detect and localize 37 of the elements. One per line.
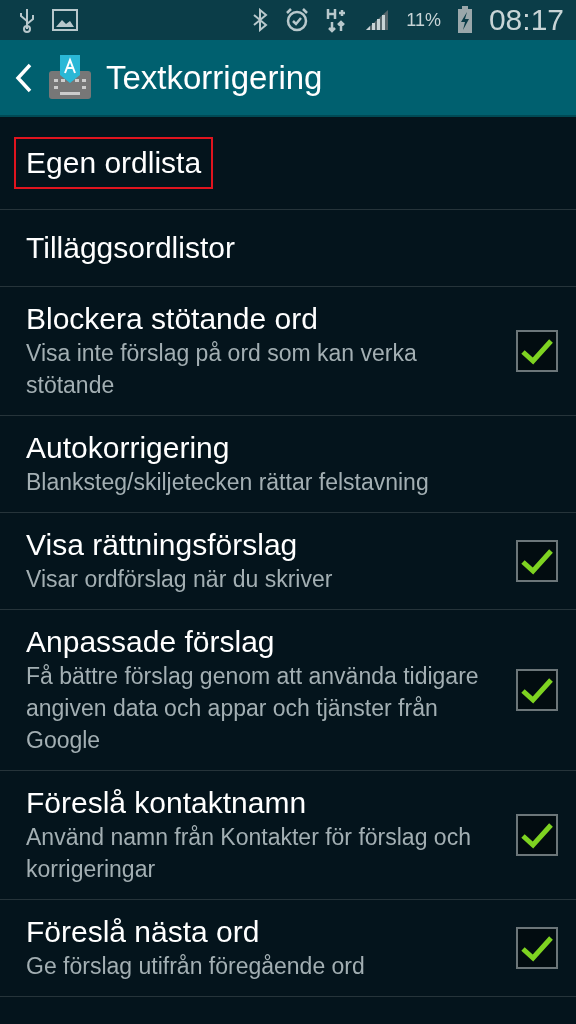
checkbox[interactable]	[516, 927, 558, 969]
settings-row[interactable]: Visa rättningsförslag Visar ordförslag när du skriver	[0, 513, 576, 610]
screen-title: Textkorrigering	[106, 58, 323, 97]
setting-title: Föreslå kontaktnamn	[26, 785, 307, 821]
setting-title: Egen ordlista	[14, 137, 214, 189]
signal-icon	[364, 8, 391, 32]
checkbox[interactable]	[516, 814, 558, 856]
image-icon	[52, 9, 78, 31]
setting-description: Använd namn från Kontakter för förslag och korrigeringar	[26, 823, 472, 884]
battery-percentage: 11%	[406, 9, 441, 31]
setting-description: Visar ordförslag när du skriver	[26, 565, 333, 594]
setting-title: Anpassade förslag	[26, 624, 275, 660]
battery-charging-icon	[456, 6, 473, 34]
setting-title: Visa rättningsförslag	[26, 527, 298, 563]
settings-row[interactable]: Föreslå nästa ord Ge förslag utifrån föregående ord	[0, 900, 576, 997]
settings-row[interactable]: Föreslå kontaktnamn Använd namn från Kontakter för förslag och korrigeringar	[0, 771, 576, 900]
keyboard-icon	[48, 54, 92, 101]
setting-description: Blanksteg/skiljetecken rättar felstavning	[26, 468, 429, 497]
back-icon[interactable]	[14, 61, 34, 94]
usb-icon	[18, 7, 36, 33]
settings-row[interactable]: Anpassade förslag Få bättre förslag genom att använda tidigare angiven data och appar och tjänster från Google	[0, 610, 576, 771]
settings-row[interactable]: Tilläggsordlistor	[0, 210, 576, 287]
checkbox[interactable]	[516, 330, 558, 372]
bluetooth-icon	[252, 8, 269, 32]
checkbox[interactable]	[516, 669, 558, 711]
settings-row[interactable]: Egen ordlista	[0, 117, 576, 210]
settings-row[interactable]: Blockera stötande ord Visa inte förslag på ord som kan verka stötande	[0, 287, 576, 416]
setting-description: Visa inte förslag på ord som kan verka stötande	[26, 339, 418, 400]
setting-description: Ge förslag utifrån föregående ord	[26, 952, 365, 981]
setting-title: Blockera stötande ord	[26, 301, 318, 337]
setting-title: Autokorrigering	[26, 430, 230, 466]
checkbox[interactable]	[516, 540, 558, 582]
clock: 08:17	[488, 3, 564, 37]
settings-row[interactable]: Autokorrigering Blanksteg/skiljetecken rättar felstavning	[0, 416, 576, 513]
setting-title: Tilläggsordlistor	[26, 230, 235, 266]
setting-description: Få bättre förslag genom att använda tidigare angiven data och appar och tjänster från Google	[26, 662, 480, 755]
setting-title: Föreslå nästa ord	[26, 914, 260, 950]
